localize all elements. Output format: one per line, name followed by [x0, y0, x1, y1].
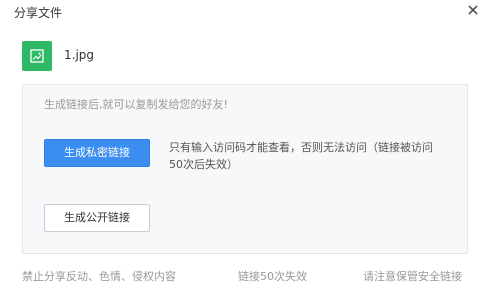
share-file-dialog: 分享文件 1.jpg 生成链接后,就可以复制发给您的好友! 生成私密链接 只有输…: [0, 0, 488, 299]
file-name: 1.jpg: [64, 48, 95, 62]
share-hint: 生成链接后,就可以复制发给您的好友!: [44, 98, 228, 111]
private-link-description: 只有输入访问码才能查看，否则无法访问（链接被访问50次后失效）: [169, 141, 433, 171]
dialog-title: 分享文件: [14, 6, 63, 20]
link-options-panel: 生成链接后,就可以复制发给您的好友! 生成私密链接 只有输入访问码才能查看，否则…: [22, 84, 468, 254]
footer-note-keep-safe: 请注意保管安全链接: [363, 270, 462, 283]
image-file-icon: [22, 41, 52, 71]
footer-note-prohibited-content: 禁止分享反动、色情、侵权内容: [22, 270, 176, 283]
close-icon[interactable]: [466, 2, 480, 16]
footer-note-link-expiry: 链接50次失效: [238, 270, 307, 283]
generate-private-link-button[interactable]: 生成私密链接: [44, 139, 150, 167]
generate-public-link-button[interactable]: 生成公开链接: [44, 204, 150, 232]
